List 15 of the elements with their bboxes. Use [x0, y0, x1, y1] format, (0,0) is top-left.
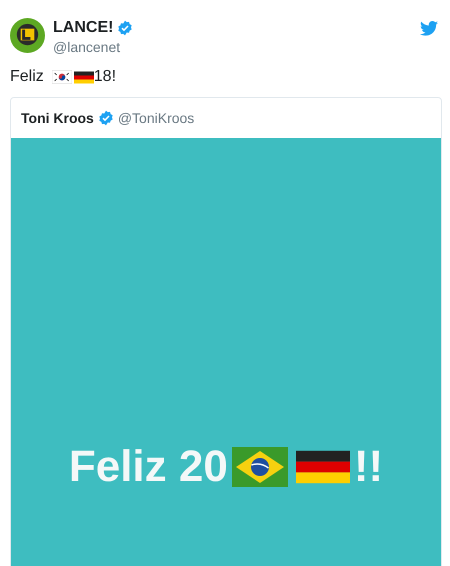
germany-flag-icon — [74, 70, 94, 84]
author-name[interactable]: LANCE! — [53, 18, 114, 38]
quoted-author-name[interactable]: Toni Kroos — [21, 108, 94, 128]
tweet-text: 18! — [94, 67, 116, 87]
media-caption: Feliz 20 — [68, 442, 228, 492]
tweet-text: Feliz — [10, 67, 44, 87]
korea-flag-icon — [52, 70, 72, 84]
brazil-flag-icon — [232, 447, 288, 487]
quoted-author-handle[interactable]: @ToniKroos — [118, 108, 194, 128]
author-handle[interactable]: @lancenet — [53, 38, 134, 56]
germany-flag-icon — [296, 448, 350, 486]
media-caption: !! — [354, 442, 384, 492]
avatar-logo[interactable] — [10, 18, 45, 53]
quoted-tweet-card[interactable]: Toni Kroos @ToniKroos Feliz 20 !! — [10, 97, 442, 566]
twitter-bird-icon[interactable] — [420, 21, 438, 36]
